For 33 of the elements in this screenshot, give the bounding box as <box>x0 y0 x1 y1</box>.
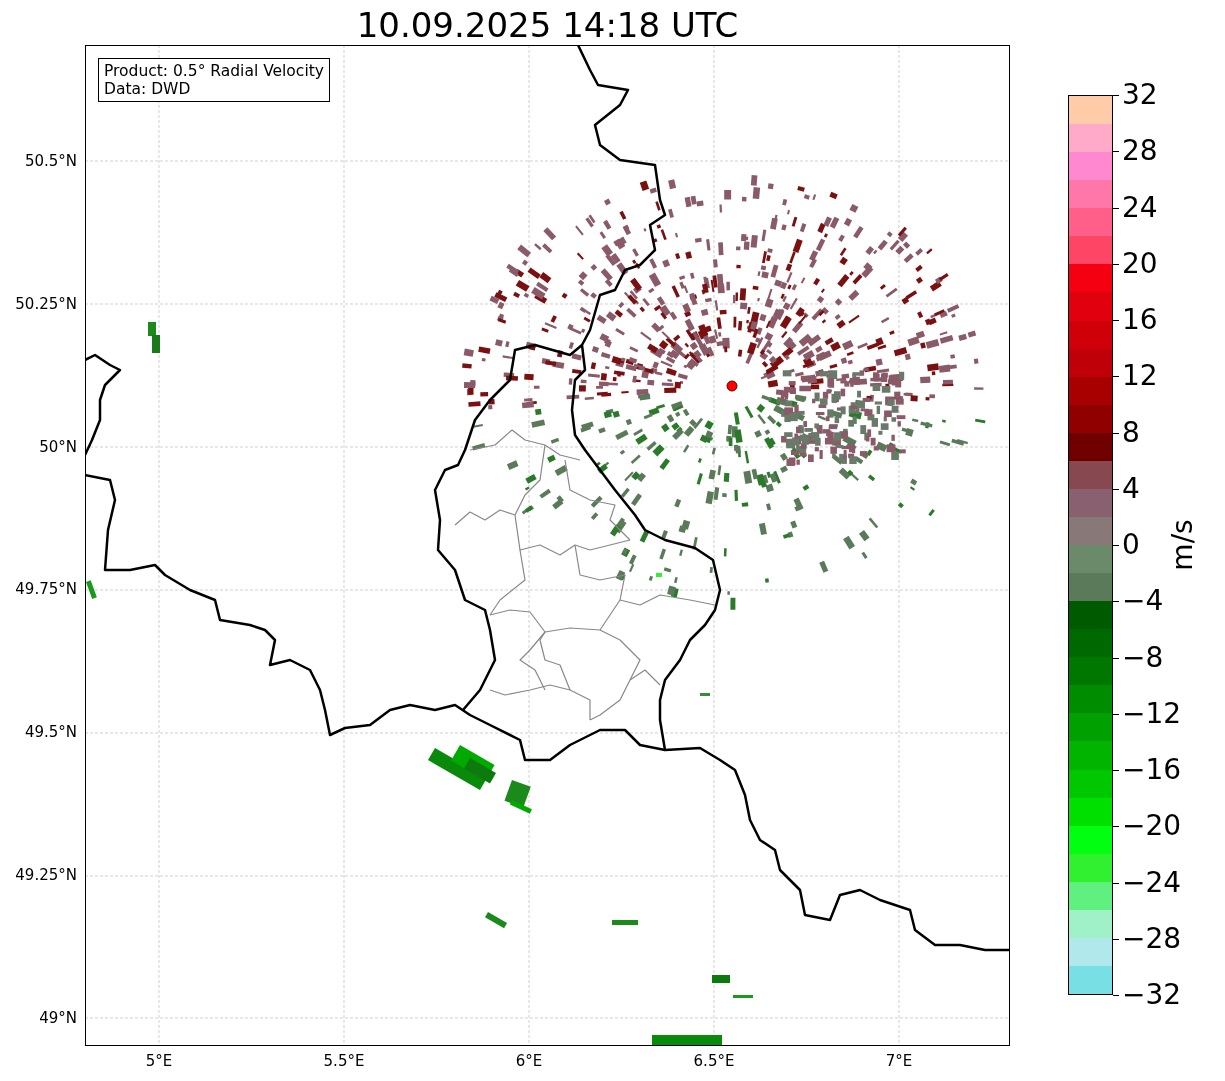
colorbar-tick-label: −8 <box>1122 642 1164 673</box>
longitude-label: 5°E <box>145 1052 173 1070</box>
colorbar-tick-label: 32 <box>1122 80 1158 110</box>
colorbar-tick-label: 20 <box>1122 248 1158 279</box>
colorbar-tick-label: −16 <box>1122 755 1182 785</box>
colorbar-label: m/s <box>1165 519 1199 571</box>
colorbar-tick-label: 0 <box>1122 530 1140 560</box>
colorbar-tick-label: 24 <box>1122 192 1158 223</box>
longitude-label: 5.5°E <box>323 1052 365 1070</box>
latitude-label: 49°N <box>39 1008 77 1027</box>
colorbar-tick-label: 8 <box>1122 417 1140 448</box>
longitude-label: 6°E <box>515 1052 543 1070</box>
colorbar-tick-label: −24 <box>1122 867 1182 898</box>
latitude-label: 50.25°N <box>15 294 77 313</box>
latitude-label: 49.5°N <box>24 723 77 742</box>
colorbar-tick-label: −28 <box>1122 923 1182 954</box>
colorbar-tick-label: 16 <box>1122 305 1158 335</box>
legend-text: Product: 0.5° Radial Velocity <box>104 62 324 80</box>
colorbar-tick-label: −20 <box>1122 811 1182 842</box>
colorbar-tick-label: −12 <box>1122 698 1182 729</box>
latitude-label: 50°N <box>39 437 77 456</box>
colorbar-tick-label: 12 <box>1122 361 1158 392</box>
latitude-label: 49.25°N <box>15 866 77 884</box>
longitude-label: 7°E <box>885 1052 913 1070</box>
chart-title: 10.09.2025 14:18 UTC <box>356 5 739 45</box>
colorbar-tick-label: −32 <box>1122 980 1182 1010</box>
colorbar-tick-label: 28 <box>1122 136 1158 167</box>
colorbar-tick-label: −4 <box>1122 586 1164 617</box>
colorbar-tick-label: 4 <box>1122 473 1140 504</box>
latitude-label: 49.75°N <box>15 580 77 599</box>
latitude-label: 50.5°N <box>24 152 77 170</box>
longitude-label: 6.5°E <box>693 1052 735 1070</box>
legend-text: Data: DWD <box>104 80 192 98</box>
